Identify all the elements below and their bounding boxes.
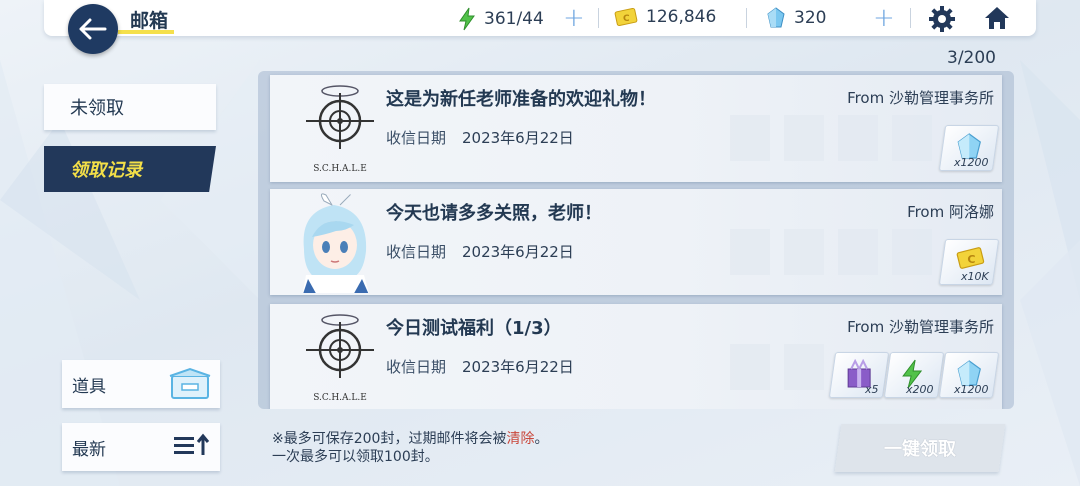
empty-slot (784, 115, 824, 161)
sort-button[interactable]: 最新 (62, 423, 220, 471)
ap-counter: 361/44 (458, 7, 544, 31)
mail-date-label: 收信日期 (386, 358, 447, 376)
reward-item[interactable]: x200 (883, 352, 945, 398)
mail-sender: From 沙勒管理事务所 (847, 318, 994, 336)
mail-count: 3/200 (947, 48, 996, 68)
notice-text: ※最多可保存200封，过期邮件将会被 (272, 431, 507, 447)
divider (598, 8, 599, 28)
mail-subject: 这是为新任老师准备的欢迎礼物！ (386, 89, 656, 110)
item-filter-button[interactable]: 道具 (62, 360, 220, 408)
tab-unclaimed[interactable]: 未领取 (44, 84, 216, 130)
add-ap-button[interactable]: + (563, 3, 585, 33)
empty-slot (730, 229, 770, 275)
claim-limit-notice: 一次最多可以领取100封。 (272, 449, 439, 465)
mail-date-label: 收信日期 (386, 243, 447, 261)
reward-item[interactable]: C x10K (938, 239, 1000, 285)
empty-slot (730, 344, 770, 390)
sort-order-icon (168, 429, 212, 466)
home-button[interactable] (983, 5, 1011, 35)
notice-warning: 清除 (506, 431, 535, 447)
tab-claim-history[interactable]: 领取记录 (44, 146, 216, 192)
back-button[interactable] (68, 4, 118, 54)
empty-slot (784, 229, 824, 275)
settings-button[interactable] (928, 5, 956, 37)
ap-value: 361/44 (484, 9, 544, 29)
tab-claim-history-label: 领取记录 (70, 160, 142, 181)
pyroxene-value: 320 (794, 8, 827, 28)
empty-slot (892, 115, 932, 161)
lightning-icon (459, 7, 475, 31)
reward-quantity: x200 (906, 383, 934, 396)
empty-slot (838, 229, 878, 275)
empty-slot (892, 229, 932, 275)
reward-quantity: x5 (865, 383, 879, 396)
mail-date: 2023年6月22日 (462, 129, 574, 147)
arona-avatar (284, 191, 384, 293)
reward-quantity: x10K (961, 270, 989, 283)
credit-icon: C (614, 7, 638, 27)
item-filter-label: 道具 (72, 376, 106, 397)
mail-item[interactable]: S.C.H.A.L.E 今日测试福利（1/3） From 沙勒管理事务所 收信日… (270, 304, 1002, 409)
credit-counter: C 126,846 (614, 7, 716, 27)
mail-sender: From 沙勒管理事务所 (847, 89, 994, 107)
reward-item[interactable]: x1200 (938, 125, 1000, 171)
reward-item[interactable]: x1200 (938, 352, 1000, 398)
mail-subject: 今天也请多多关照，老师！ (386, 203, 602, 224)
svg-text:C: C (623, 14, 630, 24)
item-box-icon (168, 366, 212, 407)
pyroxene-counter: 320 (766, 7, 826, 29)
mail-date: 2023年6月22日 (462, 243, 574, 261)
credit-icon: C (956, 247, 985, 269)
notice-suffix: 。 (534, 431, 549, 447)
pyroxene-icon (767, 7, 785, 28)
schale-caption: S.C.H.A.L.E (313, 164, 367, 174)
schale-logo: S.C.H.A.L.E (284, 77, 384, 179)
mail-item[interactable]: 今天也请多多关照，老师！ From 阿洛娜 收信日期 2023年6月22日 C … (270, 189, 1002, 295)
arrow-left-icon (79, 18, 107, 40)
storage-notice: ※最多可保存200封，过期邮件将会被清除。 (272, 428, 548, 448)
schale-logo: S.C.H.A.L.E (284, 306, 384, 408)
mail-date-label: 收信日期 (386, 129, 447, 147)
mail-item[interactable]: S.C.H.A.L.E 这是为新任老师准备的欢迎礼物！ From 沙勒管理事务所… (270, 75, 1002, 182)
mail-date: 2023年6月22日 (462, 358, 574, 376)
divider (910, 8, 911, 28)
sort-label: 最新 (72, 439, 106, 460)
mail-subject: 今日测试福利（1/3） (386, 318, 562, 339)
claim-all-button[interactable]: 一键领取 (834, 424, 1006, 472)
empty-slot (838, 115, 878, 161)
svg-text:C: C (967, 253, 975, 266)
tab-unclaimed-label: 未领取 (70, 98, 124, 119)
empty-slot (784, 344, 824, 390)
page-title: 邮箱 (130, 10, 169, 32)
schale-caption: S.C.H.A.L.E (313, 393, 367, 403)
mail-list[interactable]: S.C.H.A.L.E 这是为新任老师准备的欢迎礼物！ From 沙勒管理事务所… (258, 71, 1014, 409)
add-pyroxene-button[interactable]: + (873, 3, 895, 33)
mail-sender: From 阿洛娜 (907, 203, 994, 221)
reward-quantity: x1200 (954, 383, 989, 396)
reward-item[interactable]: x5 (828, 352, 890, 398)
home-icon (985, 7, 1009, 29)
gear-icon (929, 6, 955, 32)
claim-all-label: 一键领取 (884, 439, 956, 460)
credit-value: 126,846 (646, 7, 717, 27)
reward-quantity: x1200 (954, 156, 989, 169)
divider (746, 8, 747, 28)
empty-slot (730, 115, 770, 161)
